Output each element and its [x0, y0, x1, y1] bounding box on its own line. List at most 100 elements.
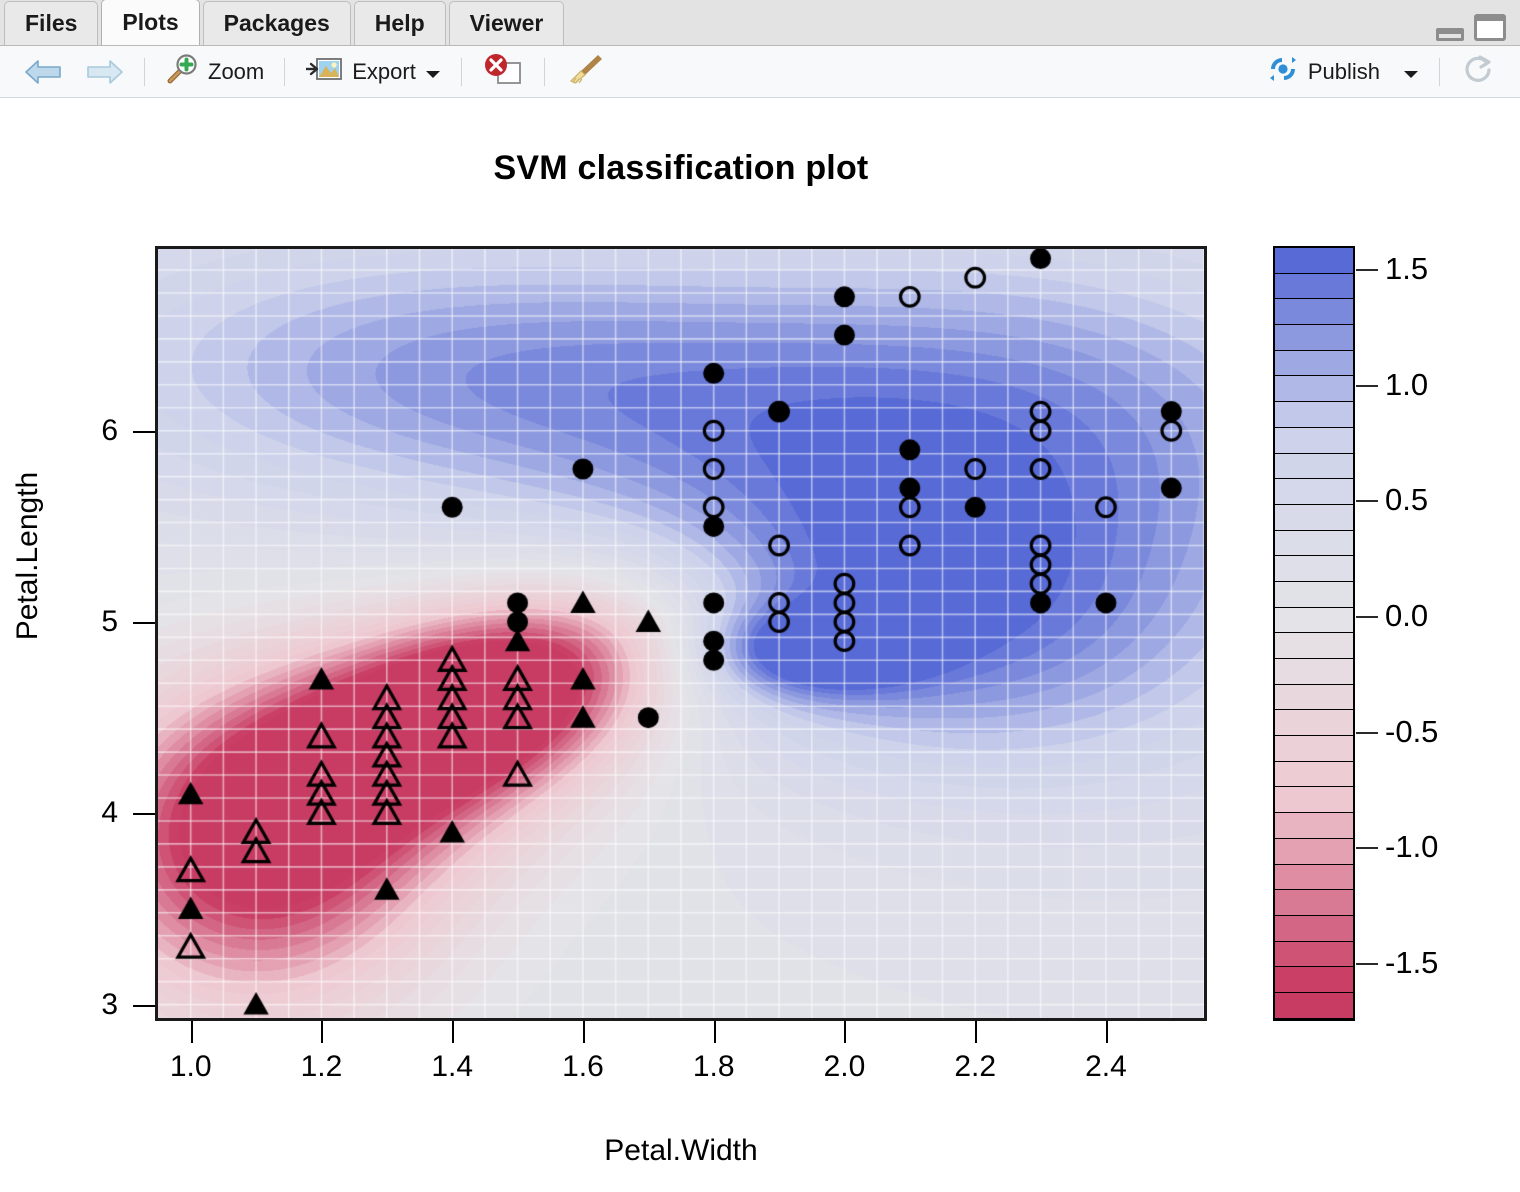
remove-plot-button[interactable] — [472, 49, 534, 95]
y-axis-tick-label: 5 — [101, 605, 118, 639]
y-axis-tick-label: 6 — [101, 413, 118, 447]
legend-color-band — [1275, 376, 1353, 403]
legend-color-band — [1275, 684, 1353, 711]
legend-tick-label: 0.0 — [1385, 598, 1429, 634]
legend-color-band — [1275, 581, 1353, 608]
legend-color-band — [1275, 941, 1353, 968]
x-axis-tick-label: 2.0 — [823, 1050, 866, 1083]
x-axis-tick-label: 2.2 — [954, 1050, 997, 1083]
y-axis-tick — [133, 430, 155, 433]
legend-color-band — [1275, 813, 1353, 839]
legend-color-band — [1275, 915, 1353, 942]
legend-color-band — [1275, 992, 1353, 1019]
tab-files[interactable]: Files — [4, 1, 99, 45]
chevron-down-icon — [425, 59, 441, 85]
legend-tick — [1356, 731, 1378, 734]
tab-viewer[interactable]: Viewer — [448, 1, 565, 45]
x-axis-tick-label: 1.6 — [562, 1050, 604, 1083]
x-axis-tick-label: 1.8 — [692, 1050, 735, 1083]
x-axis-tick — [582, 1021, 585, 1043]
tab-label: Files — [25, 10, 78, 36]
export-label: Export — [352, 58, 416, 84]
publish-icon — [1267, 54, 1299, 90]
tab-label: Help — [374, 10, 425, 36]
x-axis-tick — [321, 1021, 324, 1043]
tab-help[interactable]: Help — [353, 1, 446, 45]
legend-color-band — [1275, 838, 1353, 865]
x-axis-tick-label: 1.0 — [169, 1050, 212, 1083]
zoom-label: Zoom — [208, 58, 265, 84]
legend-color-band — [1275, 890, 1353, 916]
window-controls — [1436, 14, 1506, 41]
x-axis-tick — [452, 1021, 455, 1043]
x-axis-tick — [190, 1021, 193, 1043]
legend-color-band — [1275, 787, 1353, 814]
plots-toolbar: Zoom Export Publish — [0, 46, 1520, 98]
legend-color-band — [1275, 299, 1353, 326]
legend-color-band — [1275, 530, 1353, 557]
x-axis-tick — [713, 1021, 716, 1043]
toolbar-separator — [144, 57, 145, 86]
tab-plots[interactable]: Plots — [101, 0, 200, 45]
y-axis-tick-label: 4 — [101, 796, 118, 830]
refresh-icon — [1460, 53, 1494, 91]
legend-tick-label: -0.5 — [1385, 713, 1439, 749]
legend-tick — [1356, 500, 1378, 503]
legend-tick-label: 1.5 — [1385, 251, 1429, 287]
refresh-button[interactable] — [1450, 49, 1504, 95]
legend-tick — [1356, 269, 1378, 272]
legend-color-band — [1275, 248, 1353, 274]
y-axis-tick — [133, 813, 155, 816]
legend-color-band — [1275, 710, 1353, 737]
next-plot-button[interactable] — [74, 53, 134, 91]
legend-color-band — [1275, 427, 1353, 454]
legend-color-band — [1275, 633, 1353, 659]
publish-button[interactable]: Publish — [1257, 50, 1429, 94]
legend-color-band — [1275, 659, 1353, 685]
legend-color-band — [1275, 350, 1353, 377]
x-axis-tick — [975, 1021, 978, 1043]
legend-color-band — [1275, 736, 1353, 762]
plot-canvas-area: SVM classification plot 1.0 1.2 1.4 1.6 1.8 2… — [0, 99, 1520, 1192]
legend-color-band — [1275, 479, 1353, 505]
legend-tick — [1356, 616, 1378, 619]
legend-color-band — [1275, 864, 1353, 891]
plot-title: SVM classification plot — [493, 149, 869, 187]
y-axis-tick-label: 3 — [101, 987, 118, 1021]
plot-panel — [155, 246, 1207, 1021]
y-axis-tick — [133, 622, 155, 625]
legend-color-band — [1275, 453, 1353, 480]
previous-plot-button[interactable] — [14, 53, 74, 91]
legend-tick-label: -1.0 — [1385, 829, 1439, 865]
tab-packages[interactable]: Packages — [202, 1, 351, 45]
legend-color-band — [1275, 504, 1353, 531]
minimize-icon[interactable] — [1436, 28, 1464, 41]
toolbar-separator — [460, 57, 462, 86]
legend-tick — [1356, 963, 1378, 966]
toolbar-separator — [543, 57, 545, 86]
color-legend — [1273, 246, 1355, 1021]
legend-tick-label: -1.5 — [1385, 945, 1439, 981]
legend-tick — [1356, 384, 1378, 387]
zoom-button[interactable]: Zoom — [155, 49, 274, 95]
x-axis-tick-label: 1.4 — [431, 1050, 474, 1083]
arrow-left-icon — [24, 57, 64, 87]
legend-color-band — [1275, 761, 1353, 788]
legend-tick — [1356, 847, 1378, 850]
broom-icon — [565, 52, 605, 92]
clear-all-plots-button[interactable] — [555, 48, 615, 96]
export-button[interactable]: Export — [295, 49, 451, 95]
x-axis-tick-label: 1.2 — [300, 1050, 343, 1083]
maximize-icon[interactable] — [1474, 14, 1506, 41]
legend-color-band — [1275, 273, 1353, 300]
legend-color-band — [1275, 556, 1353, 582]
x-axis-tick-label: 2.4 — [1085, 1050, 1127, 1083]
tab-label: Viewer — [469, 10, 544, 36]
tab-label: Packages — [223, 10, 330, 36]
pane-tab-bar: Files Plots Packages Help Viewer — [0, 0, 1520, 46]
toolbar-separator — [1439, 57, 1440, 86]
legend-tick-label: 1.0 — [1385, 366, 1429, 402]
toolbar-separator — [284, 57, 286, 86]
rstudio-plots-pane: Files Plots Packages Help Viewer Zoom Ex… — [0, 0, 1520, 1192]
remove-plot-icon — [482, 53, 524, 91]
